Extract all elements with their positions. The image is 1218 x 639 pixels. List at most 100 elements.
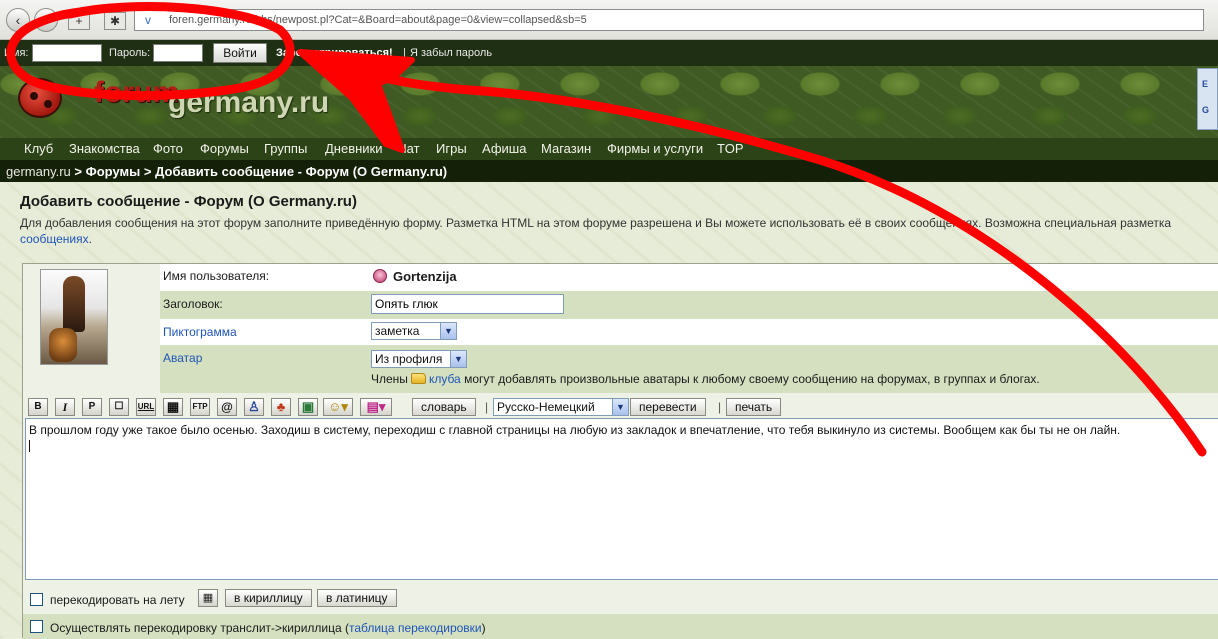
side-widget[interactable]: E G [1197,68,1218,130]
breadcrumb-sep-2: > [143,164,152,179]
quote-icon[interactable]: ☐ [109,398,129,416]
forward-button[interactable]: › [34,8,58,32]
breadcrumb-sep-1: > [74,164,83,179]
avatar-select[interactable]: Из профиля ▼ [371,350,467,368]
breadcrumb: germany.ru > Форумы > Добавить сообщение… [0,160,1218,182]
editor-toolbar: B I P ☐ URL ▦ FTP @ ♙ ♣ ▣ ☺▾ ▤▾ словарь … [26,396,1216,418]
post-form: Имя пользователя: Gortenzija Заголовок: … [22,263,1218,639]
to-latin-button[interactable]: в латиницу [317,589,397,607]
address-bar[interactable]: v foren.germany.ru/bbs/newpost.pl?Cat=&B… [134,9,1204,31]
side-widget-g: G [1202,105,1210,115]
color-picker-icon[interactable]: ▤▾ [360,398,392,416]
avatar-label-link[interactable]: Аватар [163,351,202,365]
language-select[interactable]: Русско-Немецкий ▼ [493,398,629,416]
translit-checkbox[interactable] [30,620,43,633]
nav-item-dating[interactable]: Знакомства [69,141,140,156]
forgot-password-link[interactable]: Я забыл пароль [410,47,492,59]
to-cyrillic-button[interactable]: в кириллицу [225,589,312,607]
translate-button[interactable]: перевести [630,398,706,416]
breadcrumb-forums[interactable]: Форумы [86,164,141,179]
nav-item-events[interactable]: Афиша [482,141,526,156]
subject-label: Заголовок: [163,297,223,311]
translit-label-after: ) [481,621,486,635]
avatar-row: Аватар Из профиля ▼ Члены клуба могут доб… [160,345,1218,393]
toolbar-sep-2: | [718,400,722,414]
paragraph-button[interactable]: P [82,398,102,416]
login-button[interactable]: Войти [213,43,267,63]
image-icon[interactable]: ▣ [298,398,318,416]
subject-input[interactable] [371,294,564,314]
main-content: Добавить сообщение - Форум (О Germany.ru… [0,182,1218,639]
email-icon[interactable]: @ [217,398,237,416]
language-select-value: Русско-Немецкий [497,400,595,414]
page-description: Для добавления сообщения на этот форум з… [20,215,1216,247]
page-description-line2: сообщениях. [20,231,1216,247]
browser-toolbar: ‹ › + ✱ v foren.germany.ru/bbs/newpost.p… [0,0,1218,40]
translit-label: Осуществлять перекодировку транслит->кир… [50,621,486,635]
translit-label-before: Осуществлять перекодировку транслит->кир… [50,621,349,635]
keyboard-icon[interactable]: ▦ [198,589,218,607]
message-text: В прошлом году уже такое было осенью. За… [29,423,1121,437]
post-icon-select[interactable]: заметка ▼ [371,322,457,340]
site-icon: v [145,13,151,27]
login-password-input[interactable] [153,44,203,62]
club-link[interactable]: клуба [429,372,461,386]
post-icon-label-link[interactable]: Пиктограмма [163,325,237,339]
user-gender-icon [373,269,387,283]
ftp-button[interactable]: FTP [190,398,210,416]
avatar-note: Члены клуба могут добавлять произвольные … [371,372,1040,386]
bold-button[interactable]: B [28,398,48,416]
chevron-down-icon: ▼ [450,351,466,367]
addon-button[interactable]: ✱ [104,12,126,30]
avatar-note-before: Члены [371,372,408,386]
group-link-icon[interactable]: ♣ [271,398,291,416]
translit-table-link[interactable]: таблица перекодировки [349,621,482,635]
messages-link[interactable]: сообщениях [20,232,89,246]
print-button[interactable]: печать [726,398,782,416]
nav-item-games[interactable]: Игры [436,141,467,156]
url-text: foren.germany.ru/bbs/newpost.pl?Cat=&Boa… [169,14,587,26]
smiley-icon[interactable]: ☺▾ [323,398,353,416]
user-link-icon[interactable]: ♙ [244,398,264,416]
main-nav: Клуб Знакомства Фото Форумы Группы Дневн… [0,138,1218,160]
translit-row: Осуществлять перекодировку транслит->кир… [23,614,1218,639]
login-bar: Имя: Пароль: Войти Зарегистрироваться! |… [0,40,1218,66]
video-icon[interactable]: ▦ [163,398,183,416]
register-link[interactable]: Зарегистрироваться! [276,47,393,59]
breadcrumb-home[interactable]: germany.ru [6,164,71,179]
username-value[interactable]: Gortenzija [393,269,457,284]
nav-item-diaries[interactable]: Дневники [325,141,383,156]
nav-item-chat[interactable]: Чат [398,141,420,156]
message-textarea[interactable]: В прошлом году уже такое было осенью. За… [25,418,1218,580]
url-button[interactable]: URL [136,398,156,416]
username-row: Имя пользователя: Gortenzija [160,264,1218,291]
nav-item-forums[interactable]: Форумы [200,141,249,156]
nav-item-groups[interactable]: Группы [264,141,307,156]
login-sep: | [403,47,406,59]
nav-item-photo[interactable]: Фото [153,141,183,156]
back-button[interactable]: ‹ [6,8,30,32]
nav-item-top[interactable]: TOP [717,141,744,156]
user-avatar-image [40,269,108,365]
dictionary-button[interactable]: словарь [412,398,476,416]
page-description-end: . [88,232,92,246]
logo-germany-text[interactable]: germany.ru [168,86,329,120]
login-password-label: Пароль: [109,47,151,59]
page-title: Добавить сообщение - Форум (О Germany.ru… [20,193,357,210]
nav-item-club[interactable]: Клуб [24,141,53,156]
ladybug-logo-icon[interactable] [18,78,62,118]
color-glyph: ▤ [366,399,379,414]
avatar-note-after: могут добавлять произвольные аватары к л… [464,372,1040,386]
new-tab-button[interactable]: + [68,12,90,30]
site-banner: forum germany.ru E G [0,66,1218,138]
recode-label: перекодировать на лету [50,593,185,607]
side-widget-e: E [1202,79,1209,89]
logo-forum-text[interactable]: forum [94,76,179,110]
nav-item-shop[interactable]: Магазин [541,141,591,156]
recode-checkbox[interactable] [30,593,43,606]
post-icon-row: Пиктограмма заметка ▼ [160,319,1218,345]
smiley-glyph: ☺ [328,399,342,414]
italic-button[interactable]: I [55,398,75,416]
login-name-input[interactable] [32,44,102,62]
nav-item-companies[interactable]: Фирмы и услуги [607,141,703,156]
